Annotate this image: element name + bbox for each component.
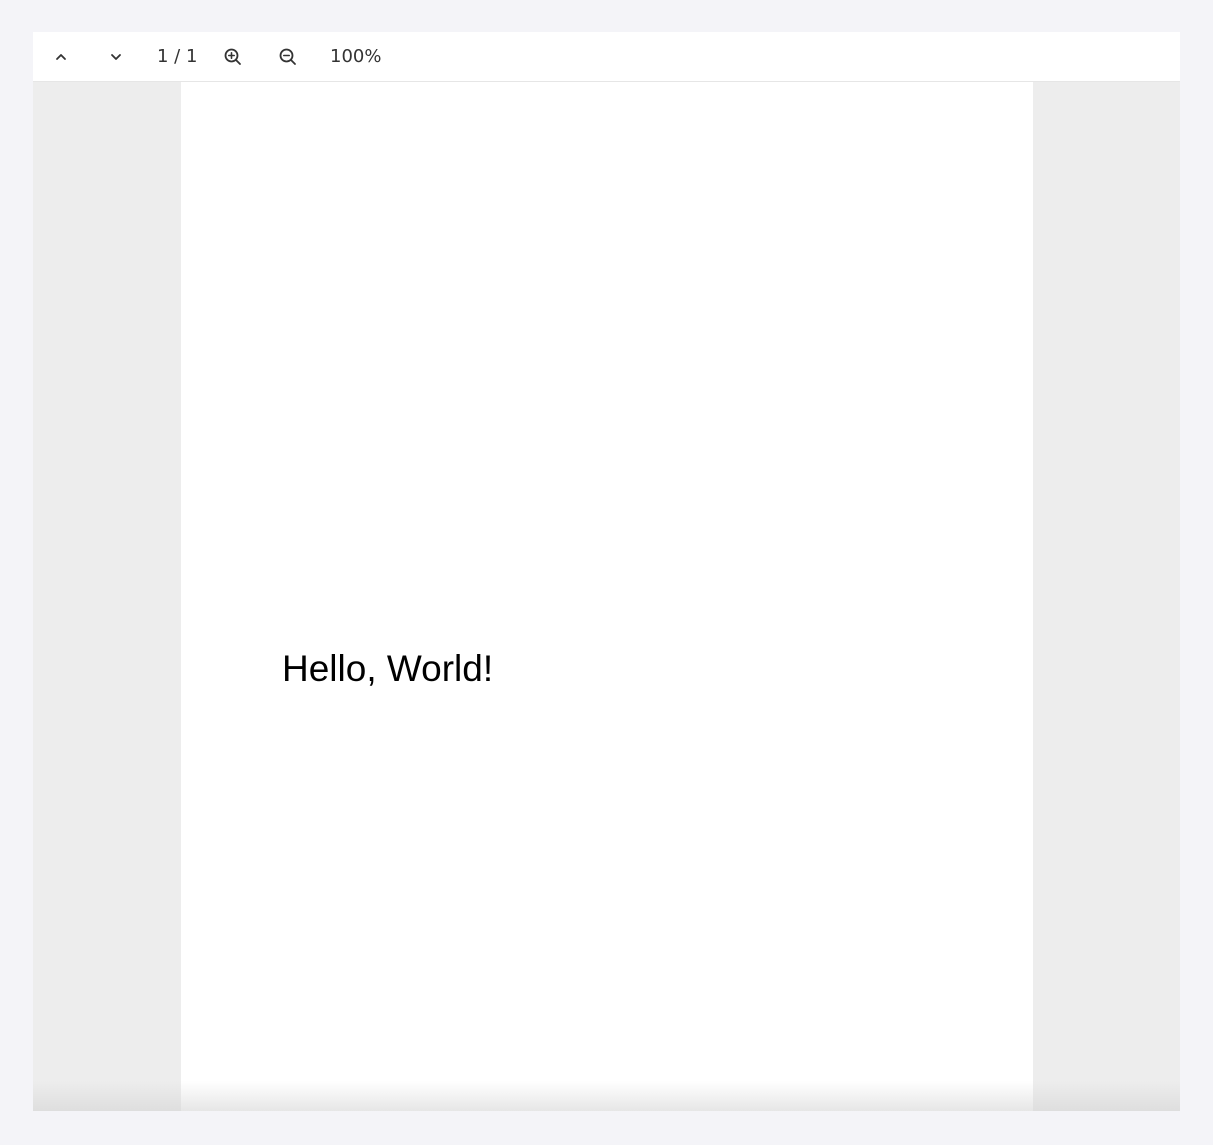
next-page-button[interactable] (100, 41, 132, 73)
previous-page-button[interactable] (45, 41, 77, 73)
zoom-in-icon (224, 48, 241, 65)
chevron-down-icon (111, 54, 121, 60)
document-canvas[interactable]: Hello, World! (33, 82, 1180, 1111)
app-frame: 1 / 1 100% Hello, World! (0, 0, 1213, 1145)
zoom-out-button[interactable] (272, 41, 304, 73)
pdf-viewer: 1 / 1 100% Hello, World! (33, 32, 1180, 1111)
zoom-out-icon (279, 48, 296, 65)
document-page: Hello, World! (181, 82, 1033, 1111)
zoom-level[interactable]: 100% (330, 32, 381, 82)
zoom-in-button[interactable] (217, 41, 249, 73)
page-text: Hello, World! (282, 648, 494, 689)
page-indicator: 1 / 1 (157, 46, 198, 67)
viewer-toolbar: 1 / 1 100% (33, 32, 1180, 82)
chevron-up-icon (56, 54, 66, 60)
